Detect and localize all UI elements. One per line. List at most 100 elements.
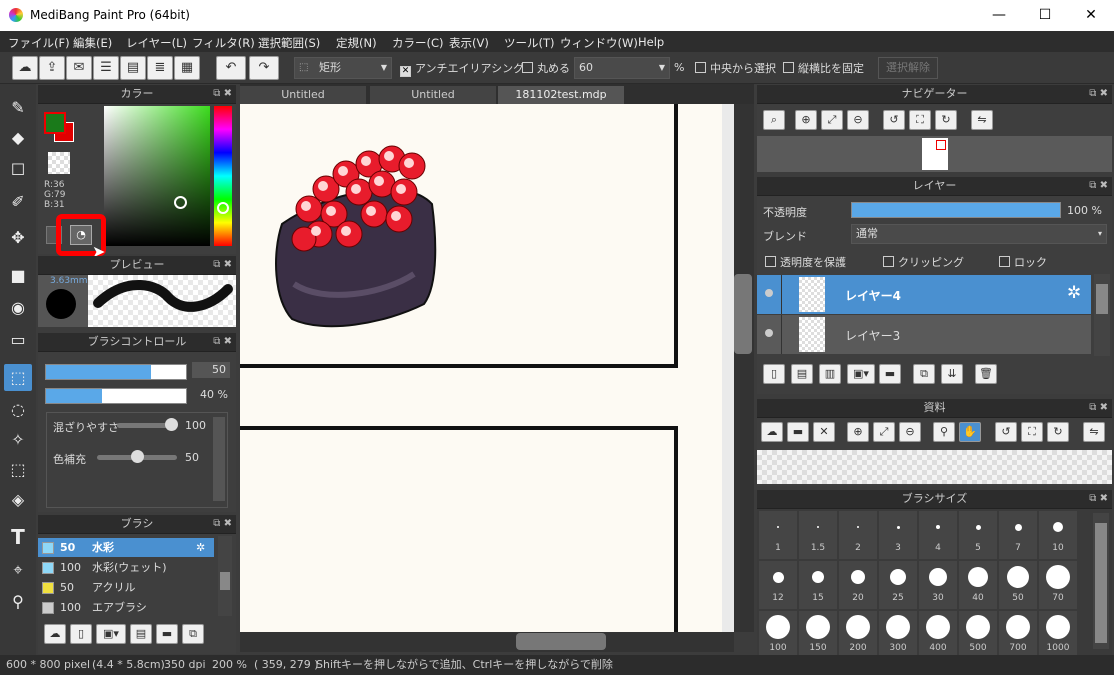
scrollbar-thumb[interactable] <box>734 274 752 354</box>
tab-untitled-1[interactable]: Untitled <box>240 86 366 104</box>
brush-tool-icon[interactable]: ✎ <box>4 94 32 121</box>
folder-icon[interactable]: ▬ <box>879 364 901 384</box>
lasso-tool-icon[interactable]: ◌ <box>4 396 32 423</box>
close-icon[interactable]: ✕ <box>813 422 835 442</box>
fit-window-icon[interactable]: ⤢ <box>821 110 843 130</box>
rotate-right-icon[interactable]: ↻ <box>1047 422 1069 442</box>
brush-size-option[interactable]: 12 <box>759 561 797 609</box>
panel-float-close-icon[interactable]: ⧉ ✖ <box>1089 85 1108 103</box>
scrollbar-thumb[interactable] <box>1095 523 1107 643</box>
visibility-icon[interactable] <box>765 329 773 337</box>
brush-size-option[interactable]: 200 <box>839 611 877 659</box>
add-layer-menu-icon[interactable]: ▣▾ <box>847 364 875 384</box>
canvas-vertical-scrollbar[interactable] <box>734 104 754 632</box>
zoom-out-icon[interactable]: ⊖ <box>899 422 921 442</box>
clipping-checkbox[interactable]: クリッピング <box>883 254 964 270</box>
brush-size-scrollbar[interactable] <box>1093 513 1109 649</box>
brush-size-option[interactable]: 3 <box>879 511 917 559</box>
tab-181102test[interactable]: 181102test.mdp <box>498 86 624 104</box>
flip-horizontal-icon[interactable]: ⇋ <box>1083 422 1105 442</box>
brush-size-option[interactable]: 40 <box>959 561 997 609</box>
gradient-tool-icon[interactable]: ▭ <box>4 326 32 353</box>
menu-tool[interactable]: ツール(T) <box>504 35 555 51</box>
scrollbar-thumb[interactable] <box>1096 284 1108 314</box>
zoom-fit-icon[interactable]: ⌕ <box>763 110 785 130</box>
color-history-icon[interactable]: ◔ <box>70 225 92 245</box>
eyedropper-tool-icon[interactable]: ⚲ <box>4 588 32 615</box>
layer-list-scrollbar[interactable] <box>1094 274 1110 356</box>
shape-select[interactable]: ⬚ 矩形 ▼ <box>294 57 392 79</box>
brush-size-option[interactable]: 150 <box>799 611 837 659</box>
gear-icon[interactable]: ✲ <box>1067 283 1081 303</box>
brush-size-option[interactable]: 2 <box>839 511 877 559</box>
duplicate-icon[interactable]: ⧉ <box>182 624 204 644</box>
grid-icon[interactable]: ▦ <box>174 56 200 80</box>
reset-view-icon[interactable]: ⛶ <box>1021 422 1043 442</box>
folder-icon[interactable]: ▬ <box>156 624 178 644</box>
rect-tool-icon[interactable]: ☐ <box>4 156 32 183</box>
menu-help[interactable]: Help <box>638 35 664 49</box>
brush-size-option[interactable]: 25 <box>879 561 917 609</box>
menu-view[interactable]: 表示(V) <box>449 35 489 51</box>
canvas-horizontal-scrollbar[interactable] <box>240 632 734 652</box>
brush-size-option[interactable]: 70 <box>1039 561 1077 609</box>
menu-window[interactable]: ウィンドウ(W) <box>560 35 638 51</box>
layer-row[interactable]: レイヤー4 ✲ <box>757 275 1091 314</box>
add-brush-icon[interactable]: ▣▾ <box>96 624 126 644</box>
reset-view-icon[interactable]: ⛶ <box>909 110 931 130</box>
trash-icon[interactable]: 🗑 <box>975 364 997 384</box>
material-preview[interactable] <box>757 450 1112 484</box>
panel-float-close-icon[interactable]: ⧉ ✖ <box>213 333 232 351</box>
zoom-in-icon[interactable]: ⊕ <box>795 110 817 130</box>
zoom-in-icon[interactable]: ⊕ <box>847 422 869 442</box>
transparent-color-swatch[interactable] <box>48 152 70 174</box>
brush-size-option[interactable]: 500 <box>959 611 997 659</box>
blend-mode-select[interactable]: 通常 ▾ <box>851 224 1107 244</box>
cloud-icon[interactable]: ☁ <box>12 56 38 80</box>
brush-item[interactable]: 100 水彩(ウェット) <box>38 558 214 577</box>
list-icon[interactable]: ≣ <box>147 56 173 80</box>
brush-size-option[interactable]: 7 <box>999 511 1037 559</box>
rotate-right-icon[interactable]: ↻ <box>935 110 957 130</box>
new-brush-icon[interactable]: ▯ <box>70 624 92 644</box>
brush-item[interactable]: 50 アクリル <box>38 578 214 597</box>
move-tool-icon[interactable]: ✥ <box>4 224 32 251</box>
maximize-button[interactable]: ☐ <box>1022 0 1068 31</box>
menu-selection[interactable]: 選択範囲(S) <box>258 35 320 51</box>
new-layer-icon[interactable]: ▯ <box>763 364 785 384</box>
brush-size-option[interactable]: 30 <box>919 561 957 609</box>
select-pen-tool-icon[interactable]: ⬚ <box>4 456 32 483</box>
cloud-brush-icon[interactable]: ☁ <box>44 624 66 644</box>
close-button[interactable]: ✕ <box>1068 0 1114 31</box>
menu-edit[interactable]: 編集(E) <box>73 35 112 51</box>
brush-settings-icon[interactable]: ▤ <box>130 624 152 644</box>
new-halftone-layer-icon[interactable]: ▤ <box>791 364 813 384</box>
comment-icon[interactable]: ✉ <box>66 56 92 80</box>
drawing-canvas[interactable] <box>240 104 734 632</box>
menu-layer[interactable]: レイヤー(L) <box>126 35 187 51</box>
menu-color[interactable]: カラー(C) <box>392 35 444 51</box>
eyedropper-icon[interactable]: ⚲ <box>933 422 955 442</box>
redo-icon[interactable]: ↷ <box>249 56 279 80</box>
panel-float-close-icon[interactable]: ⧉ ✖ <box>1089 399 1108 417</box>
from-center-checkbox[interactable]: 中央から選択 <box>695 60 776 76</box>
mix-slider[interactable] <box>117 418 178 431</box>
pen-tool-icon[interactable]: ✐ <box>4 188 32 215</box>
brush-size-option[interactable]: 700 <box>999 611 1037 659</box>
rotate-left-icon[interactable]: ↺ <box>995 422 1017 442</box>
brush-size-option[interactable]: 400 <box>919 611 957 659</box>
antialias-checkbox[interactable]: ✕ アンチエイリアシング <box>400 60 524 77</box>
fill-slider[interactable] <box>97 450 177 463</box>
merge-down-icon[interactable]: ⇊ <box>941 364 963 384</box>
panel-float-close-icon[interactable]: ⧉ ✖ <box>1089 490 1108 508</box>
hand-icon[interactable]: ✋ <box>959 422 981 442</box>
zoom-out-icon[interactable]: ⊖ <box>847 110 869 130</box>
brush-list-scrollbar[interactable] <box>218 536 232 616</box>
select-tool-icon[interactable]: ⬚ <box>4 364 32 391</box>
scrollbar-thumb[interactable] <box>516 633 606 650</box>
tab-untitled-2[interactable]: Untitled <box>370 86 496 104</box>
fit-window-icon[interactable]: ⤢ <box>873 422 895 442</box>
menu-file[interactable]: ファイル(F) <box>8 35 70 51</box>
operation-tool-icon[interactable]: ⌖ <box>4 556 32 583</box>
document-icon[interactable]: ▤ <box>120 56 146 80</box>
